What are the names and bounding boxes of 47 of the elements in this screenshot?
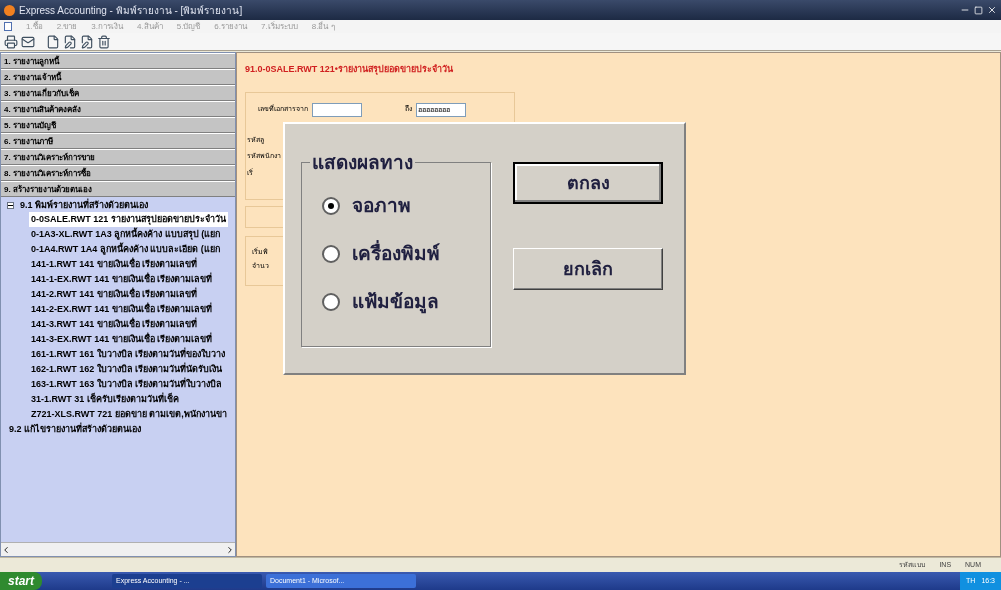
envelope-icon[interactable] xyxy=(21,34,35,49)
tree-item[interactable]: 141-1-EX.RWT 141 ขายเงินเชื่อ เรียงตามเลขที่ xyxy=(29,272,215,287)
page-edit-icon[interactable] xyxy=(80,34,94,49)
radio-option[interactable]: แฟ้มข้อมูล xyxy=(322,287,490,317)
input-field[interactable] xyxy=(312,102,362,117)
sidebar-group[interactable]: 2. รายงานเจ้าหนี้ xyxy=(1,69,235,85)
start-button[interactable]: start xyxy=(0,572,42,590)
sidebar-group[interactable]: 3. รายงานเกี่ยวกับเช็ค xyxy=(1,85,235,101)
dialog-button[interactable]: ยกเลิก xyxy=(513,248,663,290)
tree-item[interactable]: 141-3-EX.RWT 141 ขายเงินเชื่อ เรียงตามเลขที่ xyxy=(29,332,215,347)
tree-item[interactable]: 141-3.RWT 141 ขายเงินเชื่อ เรียงตามเลขที่ xyxy=(29,317,200,332)
sidebar-group[interactable]: 6. รายงานภาษี xyxy=(1,133,235,149)
tree-item[interactable]: 0-1A4.RWT 1A4 ลูกหนี้คงค้าง แบบละเอียด (แยก xyxy=(29,242,222,257)
tree-item[interactable]: 9.1 พิมพ์รายงานที่สร้างด้วยตนเอง xyxy=(18,198,150,212)
dialog-button[interactable]: ตกลง xyxy=(513,162,663,204)
sidebar-group[interactable]: 8. รายงานวิเคราะห์การซื้อ xyxy=(1,165,235,181)
printer-icon[interactable] xyxy=(4,34,18,49)
tree-item[interactable]: 141-1.RWT 141 ขายเงินเชื่อ เรียงตามเลขที่ xyxy=(29,257,200,272)
tree-item[interactable]: Z721-XLS.RWT 721 ยอดขาย ตามเขต,พนักงานขา xyxy=(29,407,229,422)
sidebar-group[interactable]: 4. รายงานสินค้าคงคลัง xyxy=(1,101,235,117)
tree-item[interactable]: 0-0SALE.RWT 121 รายงานสรุปยอดขายประจำวัน xyxy=(29,212,228,227)
sidebar-group[interactable]: 5. รายงานบัญชี xyxy=(1,117,235,133)
tree-item[interactable]: 0-1A3-XL.RWT 1A3 ลูกหนี้คงค้าง แบบสรุป (แยก xyxy=(29,227,223,242)
tree-item[interactable]: 9.2 แก้ไขรายงานที่สร้างด้วยตนเอง xyxy=(7,422,143,436)
scroll-left-icon[interactable] xyxy=(1,544,11,555)
tree-item[interactable]: 163-1.RWT 163 ใบวางบิล เรียงตามวันที่ใบวางบิล xyxy=(29,377,225,392)
tree-item[interactable]: 141-2.RWT 141 ขายเงินเชื่อ เรียงตามเลขที่ xyxy=(29,287,200,302)
sidebar-group[interactable]: 7. รายงานวิเคราะห์การขาย xyxy=(1,149,235,165)
app-icon xyxy=(4,4,15,16)
sidebar-group[interactable]: 9. สร้างรายงานด้วยตนเอง xyxy=(1,181,235,197)
tree-item[interactable]: 141-2-EX.RWT 141 ขายเงินเชื่อ เรียงตามเลขที่ xyxy=(29,302,215,317)
radio-option[interactable]: จอภาพ xyxy=(322,191,490,221)
page-pen-icon[interactable] xyxy=(63,34,77,49)
tree-item[interactable]: 31-1.RWT 31 เช็ครับเรียงตามวันที่เช็ค xyxy=(29,392,181,407)
trash-icon[interactable] xyxy=(97,34,111,49)
sidebar-group[interactable]: 1. รายงานลูกหนี้ xyxy=(1,53,235,69)
report-title: 91.0-0SALE.RWT 121•รายงานสรุปยอดขายประจำวัน xyxy=(245,63,455,77)
window-title: Express Accounting - พิมพ์รายงาน - [พิมพ์รายงาน] xyxy=(19,3,243,18)
tree-item[interactable]: 162-1.RWT 162 ใบวางบิล เรียงตามวันที่นัดรับเงิน xyxy=(29,362,225,377)
horizontal-scrollbar[interactable] xyxy=(1,542,235,556)
collapse-icon[interactable] xyxy=(7,201,14,209)
scroll-right-icon[interactable] xyxy=(225,544,235,555)
close-icon[interactable] xyxy=(987,5,997,15)
tree-item[interactable]: 161-1.RWT 161 ใบวางบิล เรียงตามวันที่ของใบวาง xyxy=(29,347,228,362)
maximize-icon[interactable] xyxy=(974,5,983,15)
radio-option[interactable]: เครื่องพิมพ์ xyxy=(322,239,490,269)
page-icon[interactable] xyxy=(46,34,60,49)
